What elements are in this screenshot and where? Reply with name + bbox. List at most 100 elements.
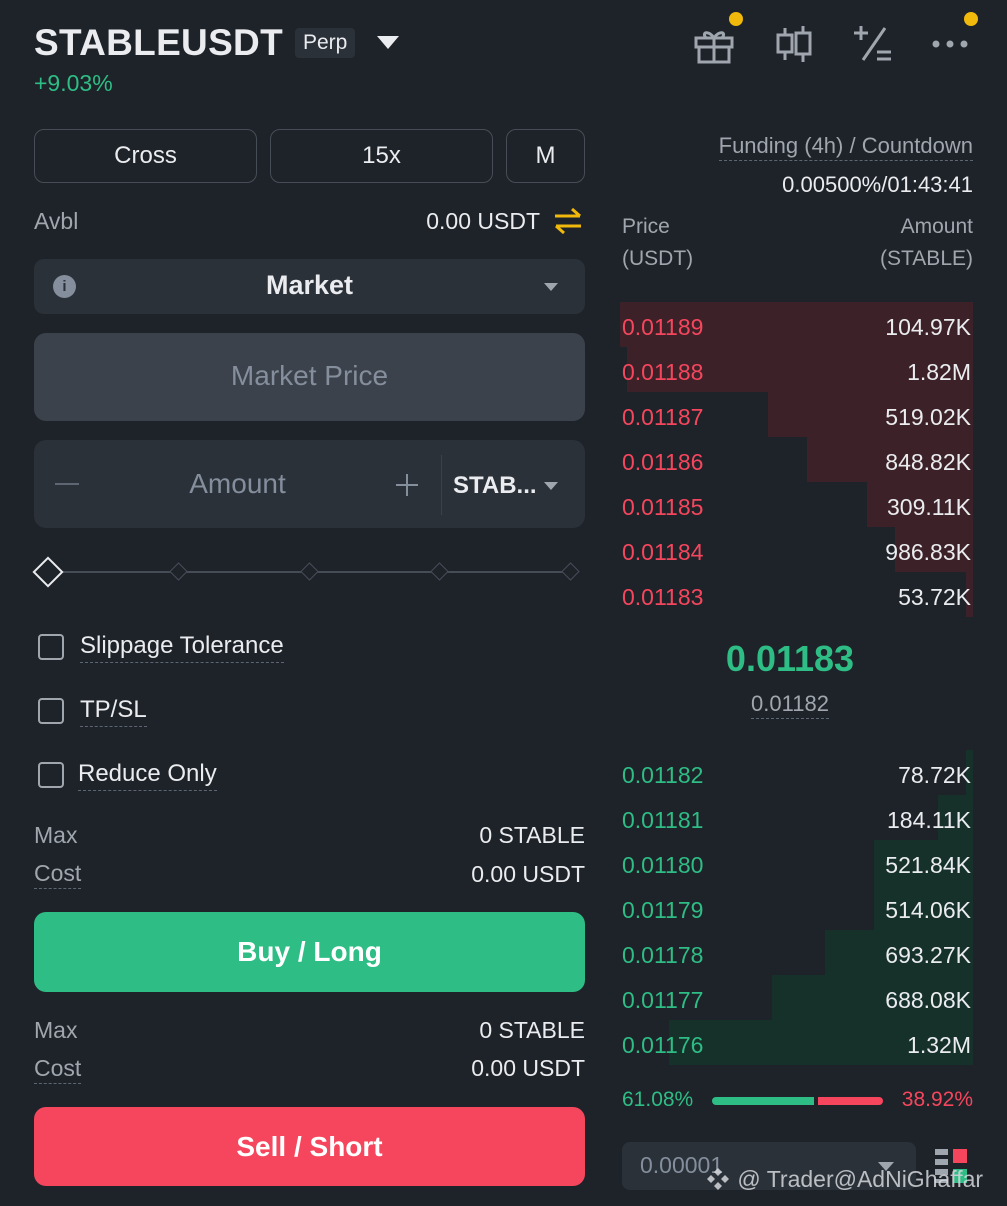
ask-amount: 986.83K [885,539,971,565]
symbol-dropdown-icon[interactable] [377,36,399,49]
bid-amount: 1.32M [907,1032,971,1058]
ask-amount: 1.82M [907,359,971,385]
last-price[interactable]: 0.01183 [620,638,960,680]
ask-row[interactable]: 0.01186 848.82K [620,437,973,482]
buy-ratio: 61.08% [622,1088,694,1111]
ask-row[interactable]: 0.01187 519.02K [620,392,973,437]
symbol-title[interactable]: STABLEUSDT [34,22,283,64]
buy-cost-label: Cost [34,860,82,889]
ask-row[interactable]: 0.01183 53.72K [620,572,973,617]
ask-amount: 519.02K [885,404,971,430]
tpsl-label[interactable]: TP/SL [80,696,147,727]
ask-price: 0.01188 [622,359,704,385]
slider-mark[interactable] [300,562,319,581]
bid-row[interactable]: 0.01177 688.08K [620,975,973,1020]
bid-row[interactable]: 0.01181 184.11K [620,795,973,840]
chevron-down-icon [544,482,558,490]
amount-placeholder: Amount [189,468,286,499]
bid-amount: 693.27K [885,942,971,968]
buy-ratio-bar [712,1097,814,1105]
perp-badge: Perp [295,28,356,58]
price-column-header: Price (USDT) [622,215,694,270]
notification-dot [729,12,743,26]
ask-amount: 309.11K [887,494,971,520]
buy-max-label: Max [34,822,78,848]
slider-mark[interactable] [561,562,580,581]
ask-amount: 53.72K [898,584,971,610]
ask-amount: 104.97K [885,314,971,340]
bid-row[interactable]: 0.01182 78.72K [620,750,973,795]
asset-mode-button[interactable]: M [506,129,585,183]
watermark-logo-icon [707,1168,729,1190]
gift-icon[interactable] [692,22,736,66]
buy-long-button[interactable]: Buy / Long [34,912,585,992]
ask-price: 0.01185 [622,494,704,520]
ask-price: 0.01183 [622,584,704,610]
bid-amount: 78.72K [898,762,971,788]
increment-icon[interactable] [406,474,408,496]
bid-amount: 514.06K [885,897,971,923]
slider-mark[interactable] [169,562,188,581]
amount-column-header: Amount (STABLE) [880,215,973,270]
ask-row[interactable]: 0.01184 986.83K [620,527,973,572]
ask-amount: 848.82K [885,449,971,475]
buy-cost-value: 0.00 USDT [471,861,585,887]
bid-price: 0.01182 [622,762,704,788]
slider-handle[interactable] [32,556,64,588]
mark-price: 0.01182 [620,691,960,719]
divider [441,455,442,515]
bid-amount: 521.84K [885,852,971,878]
leverage-button[interactable]: 15x [270,129,493,183]
price-placeholder: Market Price [230,360,389,391]
ask-price: 0.01184 [622,539,704,565]
ask-row[interactable]: 0.01189 104.97K [620,302,973,347]
bid-amount: 184.11K [887,807,971,833]
margin-mode-button[interactable]: Cross [34,129,257,183]
slider-mark[interactable] [430,562,449,581]
bid-row[interactable]: 0.01178 693.27K [620,930,973,975]
price-change: +9.03% [34,70,113,96]
bid-row[interactable]: 0.01176 1.32M [620,1020,973,1065]
bid-row[interactable]: 0.01179 514.06K [620,885,973,930]
sell-cost-value: 0.00 USDT [471,1055,585,1081]
available-balance: 0.00 USDT [426,208,540,234]
bid-price: 0.01180 [622,852,704,878]
notification-dot [964,12,978,26]
decrement-icon[interactable] [55,483,79,485]
slippage-tolerance-label[interactable]: Slippage Tolerance [80,632,284,663]
slippage-tolerance-checkbox[interactable] [38,634,64,660]
ask-price: 0.01187 [622,404,704,430]
ask-row[interactable]: 0.01185 309.11K [620,482,973,527]
amount-unit-select[interactable]: STAB... [453,472,537,500]
bid-amount: 688.08K [885,987,971,1013]
chevron-down-icon [544,283,558,291]
bid-row[interactable]: 0.01180 521.84K [620,840,973,885]
more-icon[interactable] [930,22,974,66]
calculator-icon[interactable] [851,22,895,66]
bid-price: 0.01177 [622,987,704,1013]
sell-ratio: 38.92% [901,1088,973,1111]
reduce-only-checkbox[interactable] [38,762,64,788]
reduce-only-label[interactable]: Reduce Only [78,760,217,791]
bid-price: 0.01181 [622,807,704,833]
bid-price: 0.01179 [622,897,704,923]
tpsl-checkbox[interactable] [38,698,64,724]
sell-cost-label: Cost [34,1055,82,1084]
watermark: @ Trader@AdNiGhaffar [705,1166,983,1193]
available-label: Avbl [34,208,79,234]
funding-value: 0.00500%/01:43:41 [782,172,973,197]
sell-max-value: 0 STABLE [479,1017,585,1043]
funding-label[interactable]: Funding (4h) / Countdown [620,133,973,161]
transfer-icon[interactable] [552,206,584,236]
ask-price: 0.01186 [622,449,704,475]
bid-price: 0.01176 [622,1032,704,1058]
sell-ratio-bar [818,1097,883,1105]
order-type-label: Market [265,270,354,300]
sell-max-label: Max [34,1017,78,1043]
buy-max-value: 0 STABLE [479,822,585,848]
sell-short-button[interactable]: Sell / Short [34,1107,585,1186]
bid-price: 0.01178 [622,942,704,968]
ask-row[interactable]: 0.01188 1.82M [620,347,973,392]
ask-price: 0.01189 [622,314,704,340]
candlestick-chart-icon[interactable] [772,22,816,66]
